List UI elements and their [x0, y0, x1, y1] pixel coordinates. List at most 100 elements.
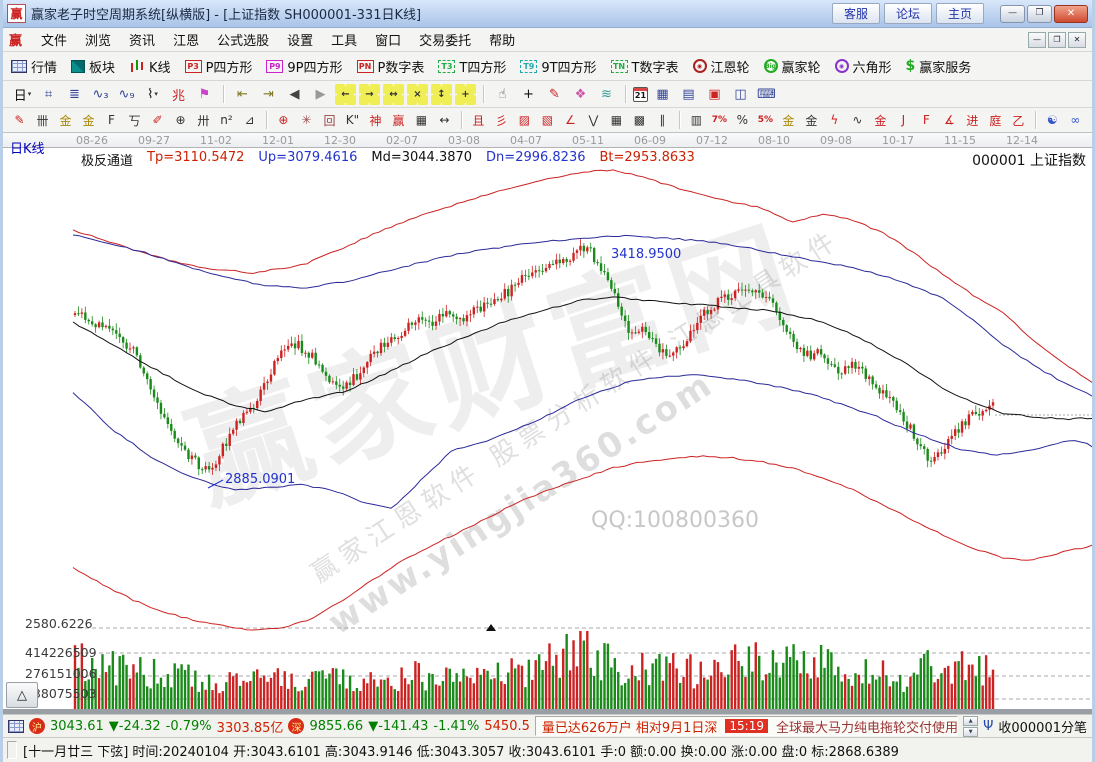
zoom-all-diamond-icon[interactable]: + — [455, 84, 476, 105]
star-target-tool-icon[interactable]: ✳ — [296, 110, 317, 130]
k-quote-tool-icon[interactable]: K" — [342, 110, 363, 130]
nav-prev-button-icon[interactable]: ◀ — [283, 84, 306, 105]
market-grid-icon[interactable] — [8, 720, 24, 733]
nav-next-button-icon[interactable]: ▶ — [309, 84, 332, 105]
ink-tool-icon[interactable]: ϟ — [824, 110, 845, 130]
gold-lines-tool-icon[interactable]: 金 — [801, 110, 822, 130]
hand-tool-icon[interactable]: ☝ — [491, 84, 514, 105]
export-tool-icon[interactable]: ◫ — [729, 84, 752, 105]
calculator-tool-icon[interactable]: ▦ — [651, 84, 674, 105]
menu-item-4[interactable]: 公式选股 — [208, 28, 278, 51]
hatch-tool-icon[interactable]: ∥ — [652, 110, 673, 130]
menu-item-3[interactable]: 江恩 — [164, 28, 208, 51]
zoom-left-diamond-icon[interactable]: ← — [335, 84, 356, 105]
print-tool-icon[interactable]: ⌨ — [755, 84, 778, 105]
pattern-box2-tool-icon[interactable]: ▧ — [537, 110, 558, 130]
homepage-button[interactable]: 主页 — [936, 3, 984, 24]
square-target-tool-icon[interactable]: 回 — [319, 110, 340, 130]
mdi-close-icon[interactable]: ✕ — [1068, 32, 1086, 48]
t-square-button[interactable]: T3T四方形 — [438, 57, 506, 76]
ting-tool-icon[interactable]: 庭 — [985, 110, 1006, 130]
mdi-minimize-icon[interactable]: — — [1028, 32, 1046, 48]
p-number-table-button[interactable]: PNP数字表 — [357, 57, 425, 76]
n2-tool-icon[interactable]: n² — [216, 110, 237, 130]
pct5-tool-icon[interactable]: 5% — [755, 110, 776, 130]
kline-button[interactable]: K线 — [129, 57, 171, 76]
customer-service-button[interactable]: 客服 — [832, 3, 880, 24]
red-pencil-tool-icon[interactable]: ✐ — [147, 110, 168, 130]
winner-service-button[interactable]: $赢家服务 — [906, 57, 972, 76]
menu-item-8[interactable]: 交易委托 — [410, 28, 480, 51]
circle3-tool-icon[interactable]: ⊕ — [170, 110, 191, 130]
chart3-tool-icon[interactable]: ∿₃ — [89, 84, 112, 105]
menu-item-7[interactable]: 窗口 — [366, 28, 410, 51]
shen-grid-tool-icon[interactable]: 神 — [365, 110, 386, 130]
mdi-restore-icon[interactable]: ❐ — [1048, 32, 1066, 48]
nav-first-button-icon[interactable]: ⇤ — [231, 84, 254, 105]
grid-dark1-tool-icon[interactable]: ▦ — [606, 110, 627, 130]
nine-t-square-button[interactable]: T99T四方形 — [520, 57, 596, 76]
pct7-tool-icon[interactable]: 7% — [709, 110, 730, 130]
winner-wheel-button[interactable]: Big赢家轮 — [764, 57, 821, 76]
angle-tool-icon[interactable]: ⊿ — [239, 110, 260, 130]
scroll-up-icon[interactable]: ▲ — [963, 716, 978, 726]
nav-last-button-icon[interactable]: ⇥ — [257, 84, 280, 105]
gold-fence1-tool-icon[interactable]: 金 — [55, 110, 76, 130]
yinyang-tool-icon[interactable]: ☯ — [1042, 110, 1063, 130]
calendar-tool-icon[interactable]: 21 — [633, 87, 648, 102]
gold-fence2-tool-icon[interactable]: 金 — [78, 110, 99, 130]
hexagon-button[interactable]: ◉六角形 — [835, 57, 892, 76]
wave-tool-icon[interactable]: ≋ — [595, 84, 618, 105]
zoom-x-diamond-icon[interactable]: × — [407, 84, 428, 105]
gold-circle-tool-icon[interactable]: 金 — [778, 110, 799, 130]
zhao-tool-icon[interactable]: 兆 — [167, 84, 190, 105]
jin-tool-icon[interactable]: 进 — [962, 110, 983, 130]
red-pen-tool-icon[interactable]: ✎ — [9, 110, 30, 130]
width-arrow-tool-icon[interactable]: ↔ — [434, 110, 455, 130]
wave-angle-tool-icon[interactable]: ∿ — [847, 110, 868, 130]
menu-item-0[interactable]: 文件 — [32, 28, 76, 51]
multi-angle-tool-icon[interactable]: ∡ — [939, 110, 960, 130]
menu-item-6[interactable]: 工具 — [322, 28, 366, 51]
f-angle-tool-icon[interactable]: F — [916, 110, 937, 130]
circle-target-tool-icon[interactable]: ⊕ — [273, 110, 294, 130]
vee-line-tool-icon[interactable]: ⋁ — [583, 110, 604, 130]
scroll-down-icon[interactable]: ▼ — [963, 727, 978, 737]
menu-item-5[interactable]: 设置 — [278, 28, 322, 51]
candlestick-chart[interactable] — [3, 133, 1095, 714]
zoom-h-diamond-icon[interactable]: ↔ — [383, 84, 404, 105]
grid-dark2-tool-icon[interactable]: ▩ — [629, 110, 650, 130]
chart9-tool-icon[interactable]: ∿₉ — [115, 84, 138, 105]
f-fence-tool-icon[interactable]: F — [101, 110, 122, 130]
j-angle-tool-icon[interactable]: J — [893, 110, 914, 130]
yi-tool-icon[interactable]: 乙 — [1008, 110, 1029, 130]
sectors-button[interactable]: 板块 — [71, 57, 115, 76]
crosshair-tool-icon[interactable]: + — [517, 84, 540, 105]
nine-p-square-button[interactable]: P99P四方形 — [266, 57, 342, 76]
menu-item-1[interactable]: 浏览 — [76, 28, 120, 51]
chart-scrollbar[interactable] — [3, 709, 1092, 714]
notebook-tool-icon[interactable]: ▤ — [677, 84, 700, 105]
hook-fence-tool-icon[interactable]: 丂 — [124, 110, 145, 130]
mark-pen-tool-icon[interactable]: ✎ — [543, 84, 566, 105]
news-ticker[interactable]: 量已达626万户 相对9月1日深 15:19 全球最大马力纯电拖轮交付使用 — [535, 716, 958, 736]
candle-style-dropdown-icon[interactable]: 日▾ — [11, 84, 34, 105]
restore-icon[interactable]: ❐ — [1027, 5, 1052, 23]
gate-tool-icon[interactable]: 且 — [468, 110, 489, 130]
menu-item-2[interactable]: 资讯 — [120, 28, 164, 51]
quotes-button[interactable]: 行情 — [11, 57, 57, 76]
gann-wheel-button[interactable]: ◉江恩轮 — [693, 57, 750, 76]
t-number-table-button[interactable]: TNT数字表 — [611, 57, 679, 76]
flag-chart-tool-icon[interactable]: ⚑ — [193, 84, 216, 105]
fence2-tool-icon[interactable]: 卅 — [193, 110, 214, 130]
list-tool-icon[interactable]: ≣ — [63, 84, 86, 105]
close-icon[interactable]: ✕ — [1054, 5, 1088, 23]
minimize-icon[interactable]: — — [1000, 5, 1025, 23]
pct-tool-icon[interactable]: % — [732, 110, 753, 130]
expand-pane-button[interactable]: △ — [6, 682, 38, 708]
numbered-grid-tool-icon[interactable]: ▦ — [411, 110, 432, 130]
ying-grid-tool-icon[interactable]: 赢 — [388, 110, 409, 130]
fence-tool-icon[interactable]: 卌 — [32, 110, 53, 130]
gold-red-tool-icon[interactable]: 金 — [870, 110, 891, 130]
forum-button[interactable]: 论坛 — [884, 3, 932, 24]
